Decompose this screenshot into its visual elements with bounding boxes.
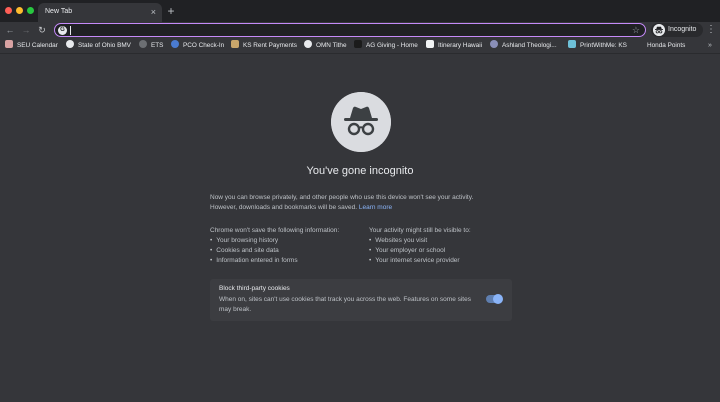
list-item: Information entered in forms: [210, 256, 370, 266]
bookmark-ks-rent[interactable]: KS Rent Payments: [231, 40, 297, 52]
bookmark-ag-giving[interactable]: AG Giving - Home: [354, 40, 418, 52]
address-bar[interactable]: G ☆: [54, 23, 646, 37]
cookies-description: When on, sites can't use cookies that tr…: [219, 296, 471, 313]
tab-title: New Tab: [45, 8, 73, 15]
bookmark-honda-points[interactable]: Honda Points: [635, 40, 685, 52]
bookmark-ohio-bmv[interactable]: State of Ohio BMV: [66, 40, 131, 52]
incognito-avatar-icon: [653, 24, 665, 36]
ag-favicon-icon: [354, 40, 362, 49]
close-tab-icon[interactable]: ×: [151, 6, 156, 18]
block-cookies-toggle[interactable]: [486, 294, 503, 304]
cookies-title: Block third-party cookies: [219, 285, 290, 292]
page-title: You've gone incognito: [306, 165, 414, 177]
ashland-favicon-icon: [490, 40, 498, 49]
bookmark-star-icon[interactable]: ☆: [632, 24, 640, 36]
bookmark-seu-calendar[interactable]: SEU Calendar: [5, 40, 58, 52]
intro-line-1: Now you can browse privately, and other …: [210, 194, 474, 201]
wont-save-heading: Chrome won't save the following informat…: [210, 227, 340, 234]
bookmark-ashland[interactable]: Ashland Theologi...: [490, 40, 557, 52]
reload-button[interactable]: ↻: [36, 24, 48, 36]
printwithme-favicon-icon: [568, 40, 576, 49]
learn-more-link[interactable]: Learn more: [359, 204, 392, 211]
google-icon: G: [58, 26, 67, 35]
incognito-profile-button[interactable]: Incognito: [651, 23, 703, 37]
text-cursor: [70, 26, 71, 35]
ets-favicon-icon: [139, 40, 147, 49]
list-item: Websites you visit: [369, 236, 529, 246]
incognito-hero-icon: [331, 92, 391, 152]
zoom-window-button[interactable]: [27, 7, 34, 14]
intro-line-2: However, downloads and bookmarks will be…: [210, 204, 358, 211]
bookmarks-bar: SEU Calendar State of Ohio BMV ETS PCO C…: [0, 38, 720, 54]
list-item: Your browsing history: [210, 236, 370, 246]
tab-new-tab[interactable]: New Tab ×: [38, 3, 162, 22]
wont-save-section: Chrome won't save the following informat…: [210, 226, 370, 266]
minimize-window-button[interactable]: [16, 7, 23, 14]
honda-favicon-icon: [635, 40, 643, 48]
list-item: Cookies and site data: [210, 246, 370, 256]
pco-favicon-icon: [171, 40, 179, 49]
bookmark-omn-tithe[interactable]: OMN Tithe: [304, 40, 347, 52]
still-visible-section: Your activity might still be visible to:…: [369, 226, 529, 266]
back-button[interactable]: ←: [4, 24, 16, 36]
bookmark-printwithme[interactable]: PrintWithMe: KS: [568, 40, 627, 52]
list-item: Your employer or school: [369, 246, 529, 256]
globe-favicon-icon: [304, 40, 312, 49]
forward-button[interactable]: →: [20, 24, 32, 36]
tab-strip: New Tab × +: [0, 0, 720, 22]
toggle-knob: [493, 294, 503, 304]
list-item: Your internet service provider: [369, 256, 529, 266]
bookmark-itinerary-hawaii[interactable]: Itinerary Hawaii: [426, 40, 482, 52]
globe-favicon-icon: [66, 40, 74, 49]
ks-favicon-icon: [231, 40, 239, 49]
profile-label: Incognito: [668, 26, 697, 33]
doc-favicon-icon: [426, 40, 434, 49]
bookmark-pco-checkin[interactable]: PCO Check-In: [171, 40, 224, 52]
more-bookmarks-icon[interactable]: »: [708, 40, 712, 52]
menu-icon[interactable]: ⋮: [706, 24, 716, 36]
incognito-intro: Now you can browse privately, and other …: [210, 193, 520, 213]
still-visible-heading: Your activity might still be visible to:: [369, 227, 471, 234]
calendar-favicon-icon: [5, 40, 13, 49]
block-cookies-card: Block third-party cookies When on, sites…: [210, 279, 512, 321]
toolbar: ← → ↻ G ☆: [0, 22, 720, 38]
bookmark-ets[interactable]: ETS: [139, 40, 163, 52]
close-window-button[interactable]: [5, 7, 12, 14]
new-tab-button[interactable]: +: [164, 3, 178, 19]
